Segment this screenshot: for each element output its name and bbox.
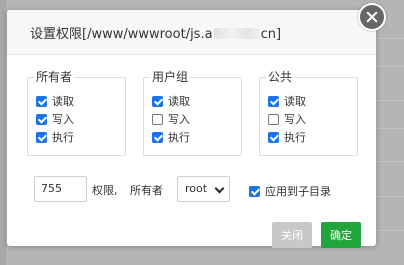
owner-write-checkbox[interactable] [36,113,47,125]
group-execute-checkbox[interactable] [152,131,163,143]
redacted-path-blur [213,28,260,39]
apply-subdirs-option[interactable]: 应用到子目录 [249,183,331,199]
permissions-dialog: 设置权限[/www/wwwroot/js.a cn] 所有者 读取 写入 执行 用… [7,10,376,248]
group-read-checkbox[interactable] [152,95,163,107]
permission-code-input[interactable]: 755 [34,176,87,202]
confirm-button[interactable]: 确定 [321,222,361,248]
public-write-option[interactable]: 写入 [268,112,306,126]
public-permissions-group: 公共 读取 写入 执行 [259,70,358,156]
owner-group-legend: 所有者 [34,70,75,84]
apply-subdirs-checkbox[interactable] [249,185,260,197]
public-write-checkbox[interactable] [268,113,279,125]
group-execute-option[interactable]: 执行 [152,130,190,144]
owner-execute-label: 执行 [52,131,74,144]
public-read-checkbox[interactable] [268,95,279,107]
group-write-label: 写入 [168,113,190,126]
group-write-option[interactable]: 写入 [152,112,190,126]
owner-write-label: 写入 [52,113,74,126]
group-read-option[interactable]: 读取 [152,94,190,108]
owner-read-checkbox[interactable] [36,95,47,107]
group-group-legend: 用户组 [150,70,191,84]
public-read-label: 读取 [284,95,306,108]
public-execute-checkbox[interactable] [268,131,279,143]
owner-read-label: 读取 [52,95,74,108]
group-write-checkbox[interactable] [152,113,163,125]
public-read-option[interactable]: 读取 [268,94,306,108]
group-permissions-group: 用户组 读取 写入 执行 [143,70,242,156]
close-button[interactable]: 关闭 [272,222,312,248]
owner-permissions-group: 所有者 读取 写入 执行 [27,70,126,156]
public-execute-option[interactable]: 执行 [268,130,306,144]
public-write-label: 写入 [284,113,306,126]
dialog-title: 设置权限[/www/wwwroot/js.a cn] [30,23,281,42]
owner-read-option[interactable]: 读取 [36,94,74,108]
owner-label: 所有者 [130,184,163,197]
public-group-legend: 公共 [266,70,295,84]
permission-label: 权限, [92,184,118,197]
owner-execute-option[interactable]: 执行 [36,130,74,144]
owner-select[interactable]: root [177,176,230,202]
owner-select-value: root [185,182,208,195]
owner-write-option[interactable]: 写入 [36,112,74,126]
dialog-title-prefix: 设置权限[/www/wwwroot/js.a [30,27,213,42]
close-icon[interactable] [358,3,386,31]
apply-subdirs-label: 应用到子目录 [265,185,331,198]
owner-execute-checkbox[interactable] [36,131,47,143]
dialog-title-suffix: cn] [260,27,282,42]
group-read-label: 读取 [168,95,190,108]
group-execute-label: 执行 [168,131,190,144]
dialog-header: 设置权限[/www/wwwroot/js.a cn] [7,10,376,55]
public-execute-label: 执行 [284,131,306,144]
chevron-down-icon [214,183,225,194]
